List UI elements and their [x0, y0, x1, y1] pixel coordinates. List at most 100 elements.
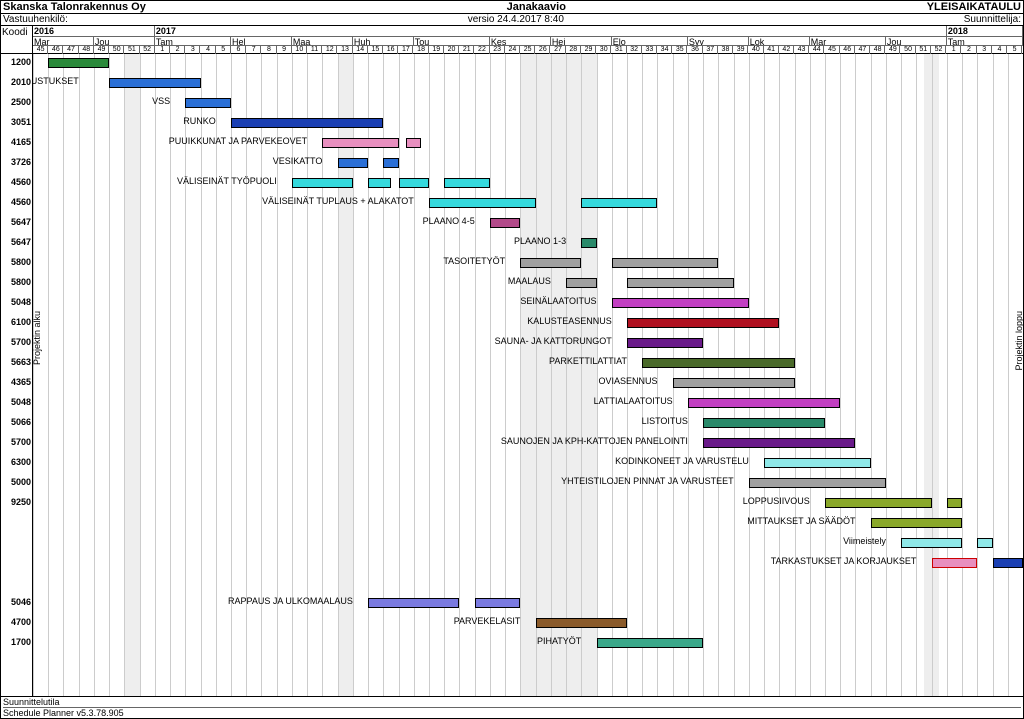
gantt-row: NUS	[33, 54, 1023, 74]
gantt-bar[interactable]	[901, 538, 962, 548]
gantt-rows: NUSPERUSTUKSETVSSRUNKOPUUIKKUNAT JA PARV…	[33, 54, 1023, 654]
gantt-bar[interactable]	[642, 358, 794, 368]
gantt-bar[interactable]	[368, 178, 391, 188]
gantt-bar[interactable]	[520, 258, 581, 268]
gantt-bar[interactable]	[490, 218, 520, 228]
gantt-bar[interactable]	[932, 558, 978, 568]
gantt-bar[interactable]	[338, 158, 368, 168]
axis-month: Tou	[414, 37, 490, 45]
task-label: SAUNA- JA KATTORUNGOT	[495, 336, 612, 346]
version: versio 24.4.2017 8:40	[468, 14, 564, 25]
gantt-bar[interactable]	[581, 238, 596, 248]
axis-week: 33	[642, 46, 657, 54]
task-code: 5000	[1, 474, 32, 494]
gantt-bar[interactable]	[322, 138, 398, 148]
axis-week: 49	[94, 46, 109, 54]
gantt-bar[interactable]	[612, 258, 719, 268]
gantt-row: VÄLISEINÄT TUPLAUS + ALAKATOT	[33, 194, 1023, 214]
axis-week: 27	[550, 46, 565, 54]
gantt-row: PIHATYÖT	[33, 634, 1023, 654]
gantt-row: KALUSTEASENNUS	[33, 314, 1023, 334]
task-label: PUUIKKUNAT JA PARVEKEOVET	[169, 136, 307, 146]
gantt-bar[interactable]	[749, 478, 886, 488]
gantt-bar[interactable]	[231, 118, 383, 128]
axis-week: 49	[885, 46, 900, 54]
task-code	[1, 514, 32, 534]
gantt-bar[interactable]	[185, 98, 231, 108]
task-label: YHTEISTILOJEN PINNAT JA VARUSTEET	[561, 476, 734, 486]
header: Skanska Talonrakennus Oy Janakaavio YLEI…	[1, 1, 1023, 14]
axis-month: Maa	[292, 37, 353, 45]
gantt-bar[interactable]	[993, 558, 1023, 568]
gantt-row: RUNKO	[33, 114, 1023, 134]
gantt-bar[interactable]	[627, 278, 734, 288]
task-label: RUNKO	[183, 116, 216, 126]
gantt-bar[interactable]	[977, 538, 992, 548]
axis-week: 50	[900, 46, 915, 54]
gantt-row: VSS	[33, 94, 1023, 114]
axis-week: 42	[779, 46, 794, 54]
axis-week: 23	[490, 46, 505, 54]
gantt-row: LATTIALAATOITUS	[33, 394, 1023, 414]
axis-week: 41	[764, 46, 779, 54]
gantt-bar[interactable]	[612, 298, 749, 308]
axis-week: 50	[109, 46, 124, 54]
axis-week: 37	[703, 46, 718, 54]
task-code: 1700	[1, 634, 32, 654]
gantt-bar[interactable]	[825, 498, 932, 508]
task-code	[1, 554, 32, 574]
gantt-bar[interactable]	[383, 158, 398, 168]
time-scale: 201620172018 MarJouTamHelMaaHuhTouKesHei…	[33, 26, 1023, 53]
task-label: KALUSTEASENNUS	[527, 316, 612, 326]
axis-month: Kes	[490, 37, 551, 45]
task-label: VÄLISEINÄT TUPLAUS + ALAKATOT	[262, 196, 414, 206]
gantt-row: MITTAUKSET JA SÄÄDÖT	[33, 514, 1023, 534]
gantt-bar[interactable]	[703, 418, 825, 428]
axis-week: 24	[505, 46, 520, 54]
gantt-bar[interactable]	[871, 518, 962, 528]
gantt-bar[interactable]	[703, 438, 855, 448]
gantt-bar[interactable]	[444, 178, 490, 188]
gantt-bar[interactable]	[536, 618, 627, 628]
gantt-bar[interactable]	[48, 58, 109, 68]
axis-month: Hei	[551, 37, 612, 45]
gantt-bar[interactable]	[764, 458, 871, 468]
task-code: 5647	[1, 214, 32, 234]
task-label: RAPPAUS JA ULKOMAALAUS	[228, 596, 353, 606]
axis-week: 18	[413, 46, 428, 54]
gantt-chart[interactable]: NUSPERUSTUKSETVSSRUNKOPUUIKKUNAT JA PARV…	[33, 54, 1023, 696]
axis-month: Huh	[353, 37, 414, 45]
axis-week: 32	[627, 46, 642, 54]
axis-week: 28	[566, 46, 581, 54]
gantt-bar[interactable]	[566, 278, 596, 288]
gantt-bar[interactable]	[368, 598, 459, 608]
designer-label: Suunnittelija:	[964, 14, 1021, 25]
gantt-bar[interactable]	[429, 198, 536, 208]
gantt-bar[interactable]	[581, 198, 657, 208]
gantt-bar[interactable]	[688, 398, 840, 408]
task-code: 5663	[1, 354, 32, 374]
axis-week: 1	[946, 46, 961, 54]
axis-week: 4	[200, 46, 215, 54]
gantt-bar[interactable]	[475, 598, 521, 608]
gantt-bar[interactable]	[292, 178, 353, 188]
gantt-row: PUUIKKUNAT JA PARVEKEOVET	[33, 134, 1023, 154]
gantt-bar[interactable]	[627, 338, 703, 348]
gantt-bar[interactable]	[399, 178, 429, 188]
gantt-bar[interactable]	[406, 138, 421, 148]
gantt-row: VÄLISEINÄT TYÖPUOLI	[33, 174, 1023, 194]
gantt-bar[interactable]	[673, 378, 795, 388]
gantt-bar[interactable]	[947, 498, 962, 508]
axis-week: 4	[992, 46, 1007, 54]
gantt-bar[interactable]	[627, 318, 779, 328]
gantt-row: LISTOITUS	[33, 414, 1023, 434]
task-code: 4560	[1, 174, 32, 194]
task-code: 4365	[1, 374, 32, 394]
chart-body: 1200201025003051416537264560456056475647…	[1, 54, 1023, 696]
task-label: SAUNOJEN JA KPH-KATTOJEN PANELOINTI	[501, 436, 688, 446]
task-code	[1, 534, 32, 554]
task-label: LATTIALAATOITUS	[594, 396, 673, 406]
task-label: TARKASTUKSET JA KORJAUKSET	[771, 556, 917, 566]
gantt-bar[interactable]	[597, 638, 704, 648]
gantt-bar[interactable]	[109, 78, 200, 88]
